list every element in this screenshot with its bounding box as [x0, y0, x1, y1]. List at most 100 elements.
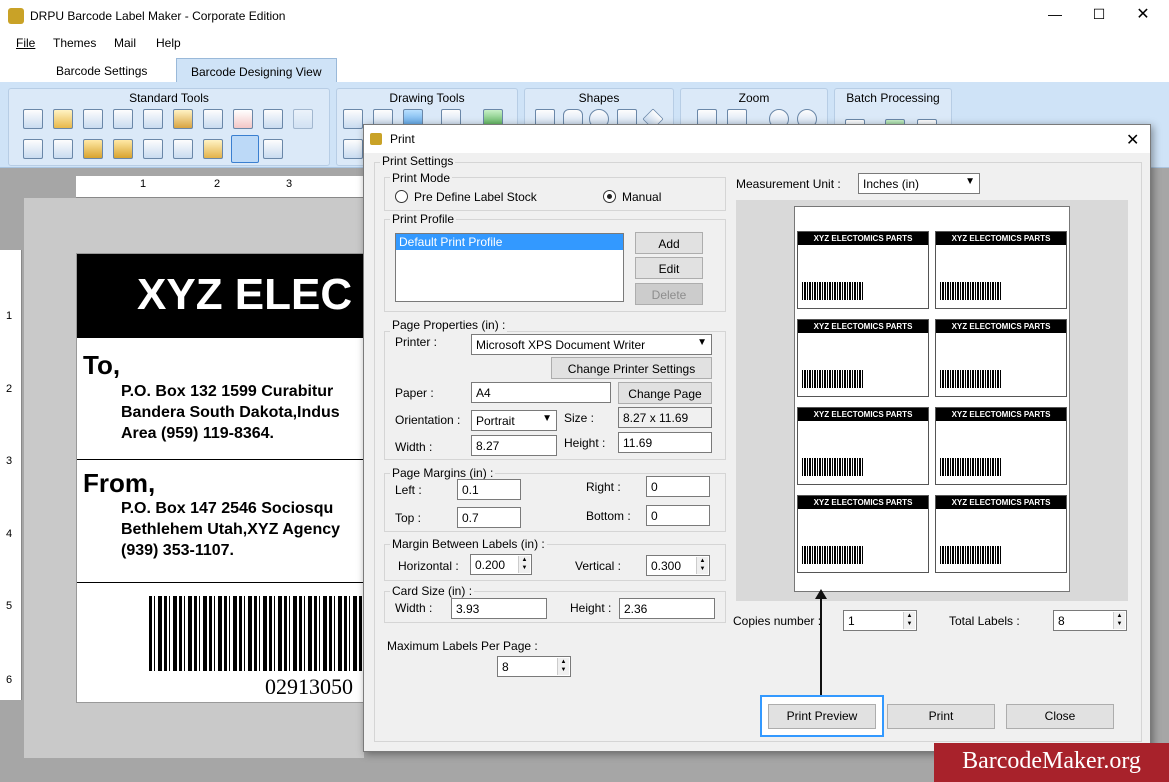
left-margin-field[interactable]: 0.1 [457, 479, 521, 500]
page-margins-legend: Page Margins (in) : [390, 466, 496, 480]
pointer-arrow-line [820, 597, 822, 697]
chevron-down-icon: ▼ [542, 413, 552, 424]
group-title: Zoom [738, 91, 770, 105]
maximize-icon[interactable]: ☐ [1086, 6, 1112, 26]
top-margin-field[interactable]: 0.7 [457, 507, 521, 528]
undo-icon[interactable] [263, 109, 283, 129]
margin-between-legend: Margin Between Labels (in) : [390, 537, 547, 551]
tab-barcode-settings[interactable]: Barcode Settings [42, 58, 161, 82]
card-width-field[interactable]: 3.93 [451, 598, 547, 619]
bottom-margin-field[interactable]: 0 [646, 505, 710, 526]
spinner-arrows-icon[interactable]: ▲ ▼ [557, 658, 569, 675]
add-profile-button[interactable]: Add [635, 232, 703, 254]
print-dialog: Print ✕ Print Settings Print Mode Pre De… [363, 124, 1151, 752]
label-from[interactable]: From, [83, 468, 155, 499]
spinner-arrows-icon[interactable]: ▲ ▼ [903, 612, 915, 629]
ruler-mark: 5 [6, 600, 13, 612]
copies-spinner[interactable]: 1 ▲ ▼ [843, 610, 917, 631]
printer-select[interactable]: Microsoft XPS Document Writer ▼ [471, 334, 712, 355]
preview-label-title: XYZ ELECTOMICS PARTS [798, 232, 928, 245]
close-window-icon[interactable]: ✕ [1130, 4, 1156, 24]
grid-icon[interactable] [143, 139, 163, 159]
print-profile-legend: Print Profile [390, 212, 457, 226]
print-preview-button[interactable]: Print Preview [768, 704, 876, 729]
to-address-line[interactable]: Area (959) 119-8364. [121, 423, 274, 444]
close-dialog-icon[interactable]: ✕ [1126, 130, 1139, 150]
manual-label[interactable]: Manual [622, 190, 661, 204]
ruler-mark: 3 [286, 178, 293, 190]
label-banner[interactable]: XYZ ELEC [77, 254, 375, 338]
menu-file[interactable]: File [16, 36, 35, 50]
spinner-arrows-icon[interactable]: ▲ ▼ [696, 557, 708, 574]
page-height-field[interactable]: 11.69 [618, 432, 712, 453]
open-icon[interactable] [53, 109, 73, 129]
from-address-line[interactable]: Bethlehem Utah,XYZ Agency [121, 519, 340, 540]
save-as-icon[interactable] [113, 109, 133, 129]
edit-profile-button[interactable]: Edit [635, 257, 703, 279]
app-icon [8, 8, 24, 24]
vertical-spinner[interactable]: 0.300 ▲ ▼ [646, 555, 710, 576]
orientation-select[interactable]: Portrait ▼ [471, 410, 557, 431]
preview-label-barcode [940, 282, 1002, 300]
preview-label: XYZ ELECTOMICS PARTS [797, 407, 929, 485]
paste-icon[interactable] [173, 109, 193, 129]
tab-barcode-designing-view[interactable]: Barcode Designing View [176, 58, 337, 82]
menu-themes[interactable]: Themes [53, 36, 96, 50]
ruler-mark: 2 [214, 178, 221, 190]
from-address-line[interactable]: (939) 353-1107. [121, 540, 234, 561]
total-labels-spinner[interactable]: 8 ▲ ▼ [1053, 610, 1127, 631]
predefine-stock-label[interactable]: Pre Define Label Stock [414, 190, 537, 204]
orientation-value: Portrait [476, 414, 515, 428]
radio-predefine-stock[interactable] [395, 190, 408, 203]
preview-label-barcode [802, 546, 864, 564]
redo-icon[interactable] [293, 109, 313, 129]
menu-mail[interactable]: Mail [114, 36, 136, 50]
export-icon[interactable] [263, 139, 283, 159]
horizontal-spinner[interactable]: 0.200 ▲ ▼ [470, 554, 532, 575]
send-back-icon[interactable] [23, 139, 43, 159]
text-icon[interactable] [343, 109, 363, 129]
mail-icon[interactable] [203, 139, 223, 159]
print-setup-icon[interactable] [173, 139, 193, 159]
measurement-unit-select[interactable]: Inches (in) ▼ [858, 173, 980, 194]
unlock-icon[interactable] [113, 139, 133, 159]
max-labels-spinner[interactable]: 8 ▲ ▼ [497, 656, 571, 677]
right-margin-field[interactable]: 0 [646, 476, 710, 497]
profile-list[interactable]: Default Print Profile [395, 233, 624, 302]
barcode-image[interactable] [149, 596, 369, 671]
bring-front-icon[interactable] [53, 139, 73, 159]
preview-label: XYZ ELECTOMICS PARTS [797, 495, 929, 573]
change-printer-settings-button[interactable]: Change Printer Settings [551, 357, 712, 379]
lock-icon[interactable] [83, 139, 103, 159]
new-icon[interactable] [23, 109, 43, 129]
print-preview-area: XYZ ELECTOMICS PARTS XYZ ELECTOMICS PARTS… [736, 200, 1128, 601]
standard-tools-group: Standard Tools [8, 88, 330, 166]
paper-field[interactable]: A4 [471, 382, 611, 403]
minimize-icon[interactable]: — [1040, 6, 1070, 26]
print-button[interactable]: Print [887, 704, 995, 729]
from-address-line[interactable]: P.O. Box 147 2546 Sociosqu [121, 498, 333, 519]
spinner-arrows-icon[interactable]: ▲ ▼ [1113, 612, 1125, 629]
delete-profile-button[interactable]: Delete [635, 283, 703, 305]
to-address-line[interactable]: P.O. Box 132 1599 Curabitur [121, 381, 333, 402]
card-height-field[interactable]: 2.36 [619, 598, 715, 619]
cut-icon[interactable] [203, 109, 223, 129]
change-page-button[interactable]: Change Page [618, 382, 712, 404]
save-icon[interactable] [83, 109, 103, 129]
left-margin-label: Left : [395, 483, 422, 497]
star-icon[interactable] [343, 139, 363, 159]
to-address-line[interactable]: Bandera South Dakota,Indus [121, 402, 340, 423]
delete-icon[interactable] [233, 109, 253, 129]
menu-help[interactable]: Help [156, 36, 181, 50]
radio-manual[interactable] [603, 190, 616, 203]
spinner-arrows-icon[interactable]: ▲ ▼ [518, 556, 530, 573]
preview-label-barcode [940, 458, 1002, 476]
profile-list-item[interactable]: Default Print Profile [396, 234, 623, 250]
page-width-field[interactable]: 8.27 [471, 435, 557, 456]
close-button[interactable]: Close [1006, 704, 1114, 729]
barcode-label[interactable]: XYZ ELEC To, P.O. Box 132 1599 Curabitur… [76, 253, 376, 703]
copy-icon[interactable] [143, 109, 163, 129]
preview-label-barcode [802, 282, 864, 300]
label-to[interactable]: To, [83, 350, 120, 381]
print-icon[interactable] [231, 135, 259, 163]
